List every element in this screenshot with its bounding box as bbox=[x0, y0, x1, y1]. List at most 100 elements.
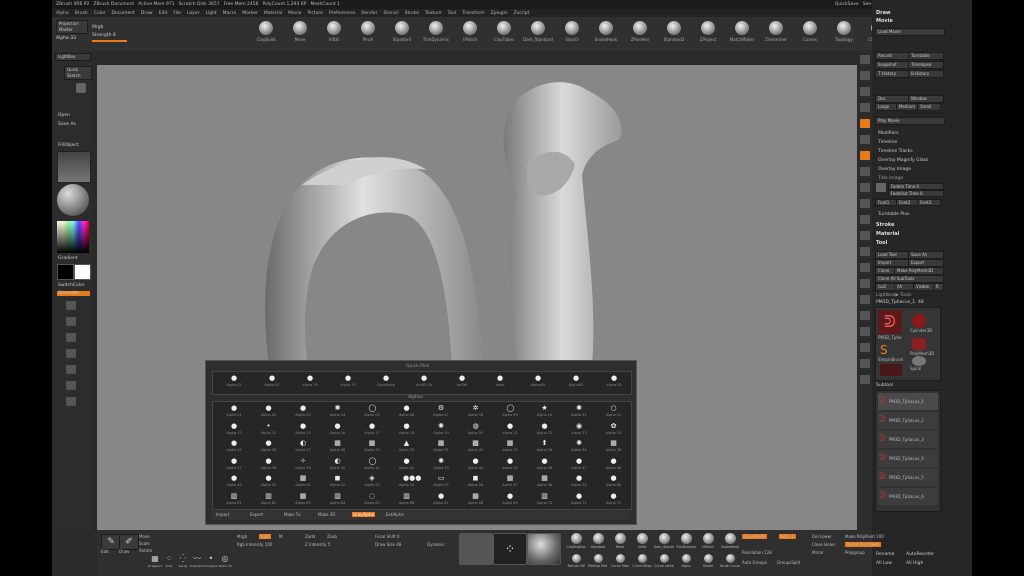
alpha-cell-3-6[interactable]: ✺ Alpha 43 bbox=[424, 457, 458, 474]
tool-save-as-button[interactable]: Save As bbox=[908, 251, 944, 259]
quick-sketch-button[interactable]: Quick Sketch bbox=[64, 66, 92, 80]
groups-split-button[interactable]: GroupsSplit bbox=[777, 560, 800, 565]
title-image-thumb[interactable] bbox=[876, 183, 886, 192]
right-shelf-scroll[interactable] bbox=[860, 87, 870, 96]
alpha-cell-5-2[interactable]: ▦ Alpha 63 bbox=[286, 492, 320, 509]
alpha-cell-1-2[interactable]: ● Alpha 15 bbox=[286, 422, 320, 439]
menu-stencil[interactable]: Stencil bbox=[383, 11, 398, 16]
lightbox-button[interactable]: LightBox bbox=[55, 53, 91, 61]
primary-color-swatch[interactable] bbox=[74, 264, 91, 280]
alpha-cell-3-10[interactable]: ● Alpha 47 bbox=[562, 457, 596, 474]
brush-13[interactable]: ZProject bbox=[694, 21, 722, 42]
snapshot-button[interactable]: Snapshot bbox=[875, 61, 911, 69]
menu-layer[interactable]: Layer bbox=[187, 11, 200, 16]
stroke-palette-header[interactable]: Stroke bbox=[876, 222, 894, 228]
alpha-cell-5-7[interactable]: ▦ Alpha 68 bbox=[459, 492, 493, 509]
right-shelf-bpr[interactable] bbox=[860, 55, 870, 64]
alpha-cell-0-1[interactable]: ● Alpha 02 bbox=[252, 405, 286, 421]
focal-shift-slider[interactable]: Focal Shift 0 bbox=[375, 534, 400, 539]
alpha-cell-1-0[interactable]: ● Alpha 13 bbox=[217, 422, 251, 439]
strength-slider[interactable]: Strength 8 bbox=[92, 33, 116, 38]
rotate-label[interactable]: Rotate bbox=[139, 548, 152, 553]
rgb-toggle[interactable]: Rgb bbox=[259, 534, 271, 539]
alpha-cell-0-7[interactable]: ✲ Alpha 08 bbox=[459, 405, 493, 421]
menu-color[interactable]: Color bbox=[94, 11, 106, 16]
alpha-cell-4-6[interactable]: ▭ Alpha 55 bbox=[424, 475, 458, 491]
alpha-cell-4-9[interactable]: ▦ Alpha 58 bbox=[528, 475, 562, 491]
right-shelf-frame[interactable] bbox=[860, 231, 870, 240]
alpha-cell-5-8[interactable]: ● Alpha 69 bbox=[493, 492, 527, 509]
fade-out-slider[interactable]: FadeOut Time 0 bbox=[888, 190, 944, 197]
overlay-image-subpalette[interactable]: Overlay Image bbox=[878, 167, 911, 172]
left-shelf-button-0[interactable] bbox=[66, 301, 76, 310]
alpha-cell-0-3[interactable]: ✺ Alpha 04 bbox=[321, 405, 355, 421]
projection-master-button[interactable]: Projection Master bbox=[56, 20, 88, 34]
bottom-brush-7[interactable]: SnakeHook bbox=[721, 533, 739, 549]
alpha-cell-5-3[interactable]: ▥ Alpha 64 bbox=[321, 492, 355, 509]
subtool-row-1[interactable]: ᕲ PM3D_Tphacus_2 bbox=[878, 412, 938, 429]
menu-tool[interactable]: Tool bbox=[448, 11, 457, 16]
open-button[interactable]: Open bbox=[58, 113, 70, 118]
right-shelf-floor[interactable] bbox=[860, 167, 870, 176]
right-shelf-ghost[interactable] bbox=[860, 343, 870, 352]
del-lower-button[interactable]: Del Lower bbox=[812, 534, 832, 539]
draw-size-slider[interactable]: Draw Size 48 bbox=[375, 542, 401, 547]
clone-all-subtools-button[interactable]: Clone All SubTools bbox=[875, 275, 944, 283]
doc-button[interactable]: Doc bbox=[875, 95, 911, 103]
brush-2[interactable]: Inflat bbox=[320, 21, 348, 42]
alpha-cell-0-9[interactable]: ★ Alpha 10 bbox=[528, 405, 562, 421]
move-label[interactable]: Move bbox=[139, 534, 150, 539]
quick-pick-3[interactable]: ● Alpha 33 bbox=[331, 375, 365, 391]
bottom-brush-0[interactable]: ClayBuildup bbox=[567, 533, 586, 549]
bottom-brush-1[interactable]: Standard bbox=[589, 533, 607, 549]
alpha-cell-1-3[interactable]: ● Alpha 16 bbox=[321, 422, 355, 439]
quick-pick-1[interactable]: ● Alpha 07 bbox=[255, 375, 289, 391]
brush-9[interactable]: Slash3 bbox=[558, 21, 586, 42]
left-shelf-button-6[interactable] bbox=[66, 397, 76, 406]
cylinder-thumb[interactable] bbox=[912, 314, 926, 328]
alpha-cell-2-11[interactable]: ▦ Alpha 36 bbox=[597, 440, 631, 456]
alpha-cell-4-3[interactable]: ◼ Alpha 52 bbox=[321, 475, 355, 491]
right-shelf-spix-3[interactable] bbox=[860, 71, 870, 80]
edit-mode-button[interactable]: ✎ bbox=[101, 534, 121, 550]
left-shelf-button-3[interactable] bbox=[66, 349, 76, 358]
alpha-cell-3-1[interactable]: ● Alpha 38 bbox=[252, 457, 286, 474]
all-low-button[interactable]: All Low bbox=[876, 561, 892, 566]
alpha-cell-2-5[interactable]: ▲ Alpha 30 bbox=[390, 440, 424, 456]
right-shelf-scale[interactable] bbox=[860, 263, 870, 272]
alpha-cell-1-9[interactable]: ● Alpha 22 bbox=[528, 422, 562, 439]
brush-4[interactable]: Standard bbox=[388, 21, 416, 42]
left-shelf-button-5[interactable] bbox=[66, 381, 76, 390]
alpha-cell-0-2[interactable]: ● Alpha 03 bbox=[286, 405, 320, 421]
alpha-cell-2-7[interactable]: ▩ Alpha 32 bbox=[459, 440, 493, 456]
alpha-cell-5-6[interactable]: ● Alpha 67 bbox=[424, 492, 458, 509]
alpha-cell-0-0[interactable]: ● Alpha 01 bbox=[217, 405, 251, 421]
auto-groups-button[interactable]: Auto Groups bbox=[742, 560, 767, 565]
alpha-cell-0-5[interactable]: ● Alpha 06 bbox=[390, 405, 424, 421]
alpha-cell-1-4[interactable]: ● Alpha 17 bbox=[355, 422, 389, 439]
alpha-import-button[interactable]: Import bbox=[216, 512, 229, 517]
goz-r-button[interactable]: R bbox=[933, 283, 944, 291]
alpha-cell-2-3[interactable]: ▦ Alpha 28 bbox=[321, 440, 355, 456]
alpha-cell-5-0[interactable]: ▥ Alpha 61 bbox=[217, 492, 251, 509]
bottom-brush-6[interactable]: hPolish bbox=[699, 533, 717, 549]
menu-preferences[interactable]: Preferences bbox=[329, 11, 355, 16]
alpha-cell-3-2[interactable]: ✧ Alpha 39 bbox=[286, 457, 320, 474]
make-polymesh-button[interactable]: Make PolyMesh3D bbox=[894, 267, 944, 275]
timeline-subpalette[interactable]: Timeline bbox=[878, 140, 897, 145]
right-shelf-rotate[interactable] bbox=[860, 279, 870, 288]
load-movie-button[interactable]: Load Movie bbox=[875, 28, 945, 36]
brush-16[interactable]: Curves bbox=[796, 21, 824, 42]
quick-pick-8[interactable]: ● Alpha59 bbox=[521, 375, 555, 391]
menu-brush[interactable]: Brush bbox=[75, 11, 88, 16]
right-shelf-gxyz[interactable] bbox=[860, 215, 870, 224]
bottom-small-6[interactable]: Stroke bbox=[699, 554, 717, 568]
left-shelf-button-1[interactable] bbox=[66, 317, 76, 326]
alpha-cell-5-11[interactable]: ● Alpha 72 bbox=[597, 492, 631, 509]
alpha-cell-1-5[interactable]: ● Alpha 18 bbox=[390, 422, 424, 439]
alpha-export-button[interactable]: Export bbox=[250, 512, 263, 517]
bottom-small-2[interactable]: Curve Tube bbox=[611, 554, 629, 568]
mirror-weld-button[interactable]: Mirror And Weld bbox=[845, 542, 881, 547]
alpha-cell-4-4[interactable]: ◈ Alpha 53 bbox=[355, 475, 389, 491]
bottom-small-7[interactable]: Brush Curve bbox=[720, 554, 740, 568]
